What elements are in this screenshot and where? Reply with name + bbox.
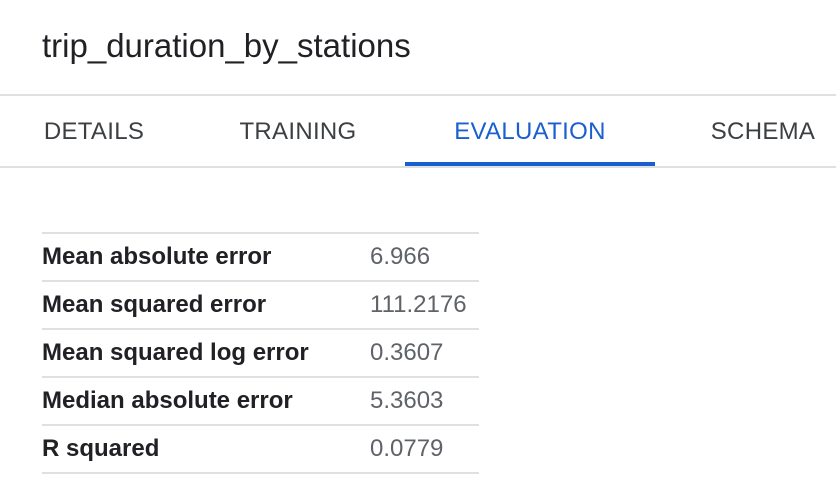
tab-evaluation[interactable]: EVALUATION <box>405 96 655 168</box>
metric-row-r-squared: R squared 0.0779 <box>42 426 479 474</box>
metric-value: 0.0779 <box>370 435 444 462</box>
tabs-divider <box>0 166 836 168</box>
tab-training[interactable]: TRAINING <box>218 96 378 168</box>
metric-label: Median absolute error <box>42 387 293 414</box>
metric-value: 111.2176 <box>370 291 467 318</box>
tab-details[interactable]: DETAILS <box>16 96 172 168</box>
metric-label: Mean absolute error <box>42 243 272 270</box>
metric-row-mean-squared-error: Mean squared error 111.2176 <box>42 282 479 330</box>
metric-label: Mean squared log error <box>42 339 309 366</box>
metric-row-median-absolute-error: Median absolute error 5.3603 <box>42 378 479 426</box>
metric-value: 0.3607 <box>370 339 444 366</box>
tab-bar: DETAILS TRAINING EVALUATION SCHEMA <box>0 96 836 168</box>
metric-label: R squared <box>42 435 160 462</box>
metric-label: Mean squared error <box>42 291 267 318</box>
metric-value: 6.966 <box>370 243 431 270</box>
evaluation-metrics-table: Mean absolute error 6.966 Mean squared e… <box>42 232 479 474</box>
tab-schema[interactable]: SCHEMA <box>690 96 836 168</box>
metric-row-mean-squared-log-error: Mean squared log error 0.3607 <box>42 330 479 378</box>
metric-value: 5.3603 <box>370 387 444 414</box>
metric-row-mean-absolute-error: Mean absolute error 6.966 <box>42 234 479 282</box>
page-title: trip_duration_by_stations <box>42 27 411 64</box>
